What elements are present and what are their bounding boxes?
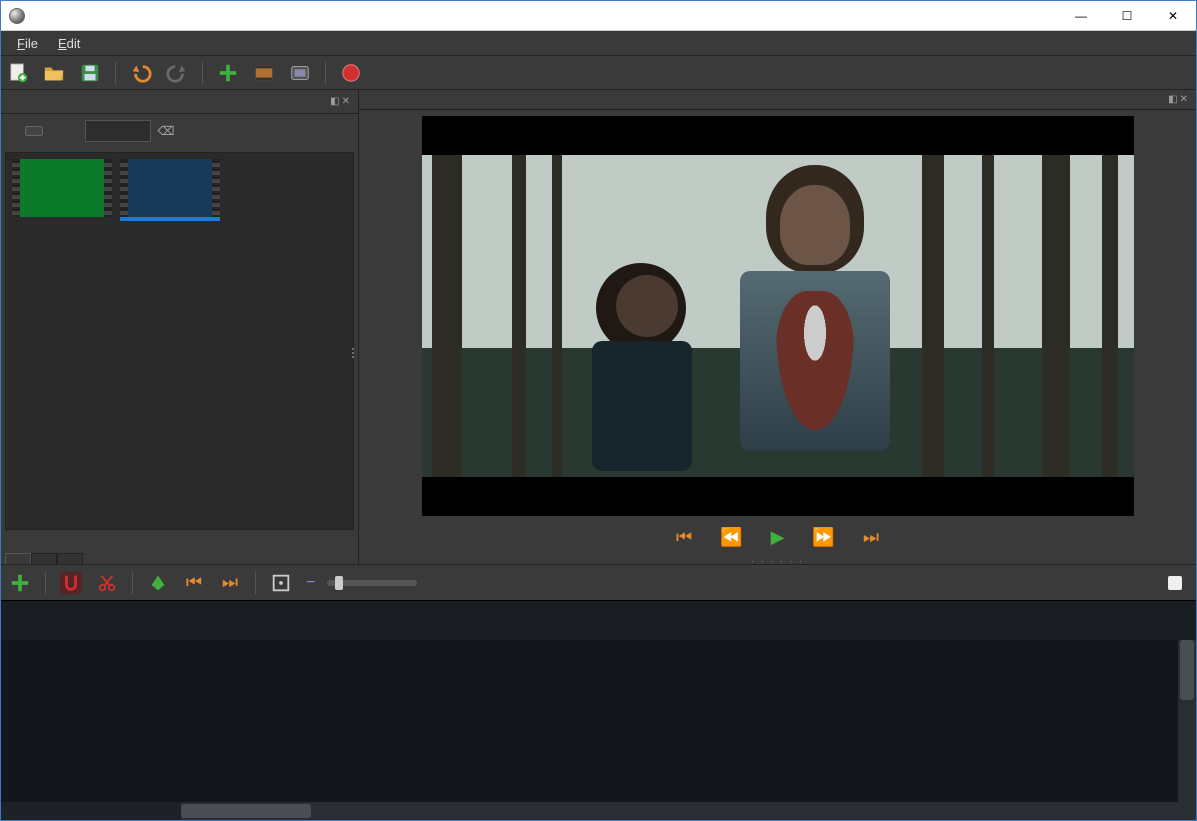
fast-forward-icon[interactable]: ⏩ xyxy=(812,527,834,548)
menu-file[interactable]: File xyxy=(7,33,48,54)
filter-input[interactable] xyxy=(85,120,151,142)
minimize-button[interactable]: — xyxy=(1058,1,1104,31)
window-titlebar: — ☐ ✕ xyxy=(1,1,1196,31)
clear-filter-icon[interactable]: ⌫ xyxy=(157,122,175,140)
main-toolbar xyxy=(1,56,1196,90)
preview-subject xyxy=(592,275,702,475)
jump-end-icon[interactable]: ⏭ xyxy=(863,527,879,548)
menu-bar: File Edit xyxy=(1,31,1196,56)
project-files-list[interactable] xyxy=(5,152,354,530)
center-playhead-icon[interactable] xyxy=(270,572,292,594)
play-icon[interactable]: ▶ xyxy=(771,527,785,548)
choose-profile-icon[interactable] xyxy=(253,62,275,84)
preview-subject xyxy=(730,185,900,475)
close-button[interactable]: ✕ xyxy=(1150,1,1196,31)
timeline-toolbar: ⏮ ⏭ − xyxy=(1,564,1196,600)
preview-screen[interactable] xyxy=(422,116,1134,516)
tab-transitions[interactable] xyxy=(31,553,57,564)
menu-help[interactable] xyxy=(130,40,150,46)
fullscreen-icon[interactable] xyxy=(289,62,311,84)
undock-icon[interactable]: ◧ xyxy=(1168,94,1177,105)
open-project-icon[interactable] xyxy=(43,62,65,84)
vertical-scrollbar[interactable] xyxy=(1178,640,1196,802)
toolbar-divider xyxy=(325,62,326,84)
tab-project-files[interactable] xyxy=(5,553,31,564)
app-icon xyxy=(9,8,25,24)
menu-view[interactable] xyxy=(110,40,130,46)
project-file-item[interactable] xyxy=(12,159,112,221)
filter-image[interactable] xyxy=(65,126,83,136)
file-thumbnail xyxy=(12,159,112,217)
save-project-icon[interactable] xyxy=(79,62,101,84)
new-project-icon[interactable] xyxy=(7,62,29,84)
previous-marker-icon[interactable]: ⏮ xyxy=(183,572,205,594)
snapping-icon[interactable] xyxy=(60,572,82,594)
file-label xyxy=(12,217,112,221)
close-panel-icon[interactable]: ✕ xyxy=(342,96,350,107)
playback-controls: ⏮ ⏪ ▶ ⏩ ⏭ xyxy=(359,520,1196,556)
toolbar-divider xyxy=(202,62,203,84)
rewind-icon[interactable]: ⏪ xyxy=(720,527,742,548)
timeline-tracks[interactable] xyxy=(1,640,1196,802)
undo-icon[interactable] xyxy=(130,62,152,84)
menu-title[interactable] xyxy=(90,40,110,46)
menu-edit[interactable]: Edit xyxy=(48,33,90,54)
preview-frame xyxy=(422,155,1134,477)
export-video-icon[interactable] xyxy=(340,62,362,84)
maximize-button[interactable]: ☐ xyxy=(1104,1,1150,31)
add-track-icon[interactable] xyxy=(9,572,31,594)
tab-effects[interactable] xyxy=(57,553,83,564)
close-panel-icon[interactable]: ✕ xyxy=(1180,94,1188,105)
add-marker-icon[interactable] xyxy=(147,572,169,594)
filter-audio[interactable] xyxy=(45,126,63,136)
filter-video[interactable] xyxy=(25,126,43,136)
project-file-item[interactable] xyxy=(120,159,220,221)
left-pane-tabs xyxy=(1,534,358,564)
import-files-icon[interactable] xyxy=(217,62,239,84)
zoom-slider[interactable]: − xyxy=(306,574,417,592)
toolbar-divider xyxy=(115,62,116,84)
next-marker-icon[interactable]: ⏭ xyxy=(219,572,241,594)
undock-icon[interactable]: ◧ xyxy=(330,96,339,107)
timecode-display xyxy=(1,601,181,640)
horizontal-scrollbar[interactable] xyxy=(1,802,1196,820)
razor-icon[interactable] xyxy=(96,572,118,594)
project-files-panel: ◧ ✕ ⌫ xyxy=(1,90,359,564)
file-label xyxy=(120,217,220,221)
pane-resize-handle[interactable] xyxy=(352,341,356,365)
file-thumbnail xyxy=(120,159,220,217)
timeline-ruler[interactable] xyxy=(1,600,1196,640)
zoom-readout-icon xyxy=(1168,576,1182,590)
redo-icon[interactable] xyxy=(166,62,188,84)
panel-resize-handle[interactable]: · · · · · · xyxy=(359,556,1196,564)
jump-start-icon[interactable]: ⏮ xyxy=(676,527,692,548)
video-preview-panel: ◧ ✕ xyxy=(359,90,1196,564)
filter-show-all[interactable] xyxy=(5,126,23,136)
